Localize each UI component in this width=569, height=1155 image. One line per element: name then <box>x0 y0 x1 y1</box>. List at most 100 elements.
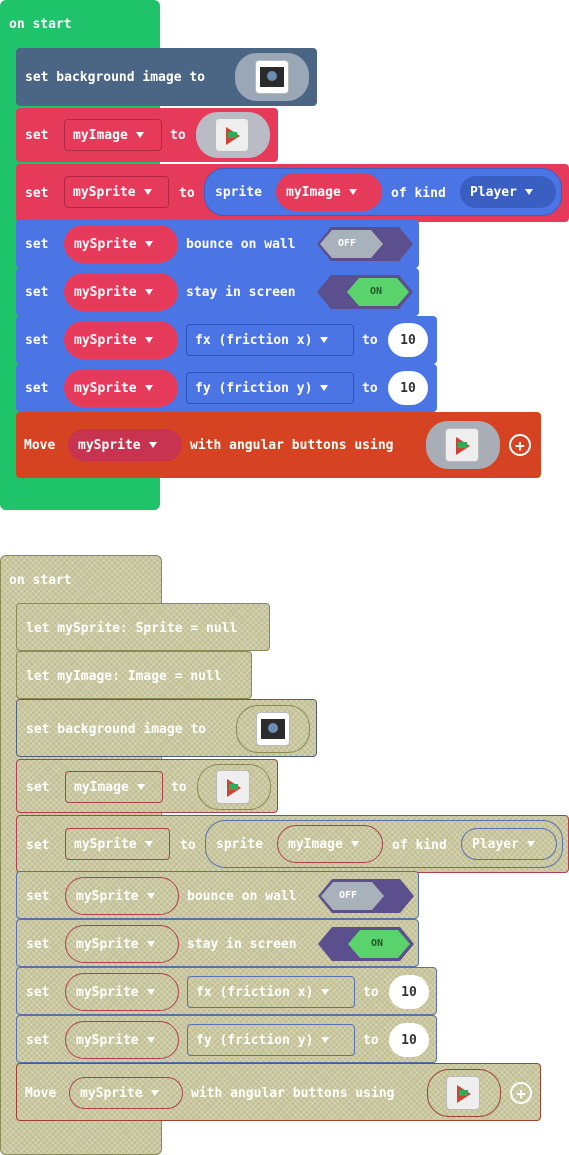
set-myimage-block[interactable]: set myImage to <box>16 759 278 813</box>
bounce-toggle[interactable] <box>317 227 413 261</box>
stay-in-screen-label: stay in screen <box>187 937 297 952</box>
mysprite-variable[interactable]: mySprite <box>64 273 178 311</box>
kind-dropdown[interactable]: Player <box>461 828 557 860</box>
myimage-dropdown[interactable]: myImage <box>65 771 163 803</box>
mysprite-dropdown-label: mySprite <box>73 184 136 200</box>
let-mysprite-block[interactable]: let mySprite: Sprite = null <box>16 603 270 651</box>
set-bounce-on-wall-block[interactable]: set mySprite bounce on wall OFF <box>16 220 419 268</box>
myimage-variable[interactable]: myImage <box>276 173 382 211</box>
mysprite-dropdown[interactable]: mySprite <box>64 176 169 208</box>
stay-toggle[interactable] <box>318 927 414 961</box>
property-dropdown[interactable]: fy (friction y) <box>187 1024 355 1056</box>
mysprite-variable[interactable]: mySprite <box>64 321 178 359</box>
myimage-dropdown-label: myImage <box>73 127 128 143</box>
kind-dropdown[interactable]: Player <box>460 176 556 208</box>
chevron-down-icon <box>144 337 153 343</box>
chevron-down-icon <box>348 189 357 195</box>
myimage-variable[interactable]: myImage <box>277 825 383 863</box>
set-myimage-block[interactable]: set myImage to <box>16 108 278 162</box>
mysprite-variable[interactable]: mySprite <box>65 1021 179 1059</box>
property-dropdown[interactable]: fx (friction x) <box>187 976 355 1008</box>
chevron-down-icon <box>144 241 153 247</box>
mysprite-variable[interactable]: mySprite <box>69 1077 183 1109</box>
chevron-down-icon <box>143 189 152 195</box>
property-dropdown[interactable]: fx (friction x) <box>186 324 354 356</box>
angular-buttons-label: with angular buttons using <box>190 438 394 453</box>
toggle-off-label: OFF <box>338 238 357 249</box>
chevron-down-icon <box>146 989 155 995</box>
number-input[interactable]: 10 <box>389 1023 429 1057</box>
mysprite-variable-label: mySprite <box>74 332 137 348</box>
bounce-toggle[interactable] <box>318 879 414 913</box>
move-sprite-block[interactable]: Move mySprite with angular buttons using… <box>16 1063 541 1121</box>
mysprite-variable-label: mySprite <box>74 284 137 300</box>
myimage-variable-label: myImage <box>286 184 341 200</box>
set-fx-block[interactable]: set mySprite fx (friction x) to 10 <box>16 967 437 1015</box>
number-input[interactable]: 10 <box>388 323 428 357</box>
set-label: set <box>26 889 50 904</box>
set-bounce-on-wall-block[interactable]: set mySprite bounce on wall OFF <box>16 871 419 919</box>
set-background-image-label: set background image to <box>26 722 207 737</box>
set-background-image-block[interactable]: set background image to <box>16 699 317 757</box>
number-input[interactable]: 10 <box>389 975 429 1009</box>
mysprite-variable[interactable]: mySprite <box>64 369 178 407</box>
chevron-down-icon <box>321 1037 330 1043</box>
to-label: to <box>179 186 195 201</box>
sprite-image-icon <box>446 1076 480 1110</box>
kind-dropdown-label: Player <box>470 184 517 200</box>
to-label: to <box>170 128 186 143</box>
mysprite-variable[interactable]: mySprite <box>64 225 178 263</box>
myimage-dropdown[interactable]: myImage <box>64 119 162 151</box>
set-label: set <box>25 333 49 348</box>
let-myimage-label: let myImage: Image = null <box>26 669 222 684</box>
set-fy-block[interactable]: set mySprite fy (friction y) to 10 <box>16 364 437 412</box>
background-image-icon <box>256 712 290 746</box>
set-mysprite-sprite-block[interactable]: set mySprite to sprite myImage of kind P… <box>16 815 569 873</box>
to-label: to <box>171 780 187 795</box>
chevron-down-icon <box>144 841 153 847</box>
set-background-image-block[interactable]: set background image to <box>16 48 317 106</box>
mysprite-dropdown[interactable]: mySprite <box>65 828 170 860</box>
move-label: Move <box>25 1086 57 1101</box>
move-sprite-block[interactable]: Move mySprite with angular buttons using… <box>16 412 541 478</box>
stay-toggle[interactable] <box>317 275 413 309</box>
mysprite-variable-label: mySprite <box>76 936 139 952</box>
chevron-down-icon <box>526 841 535 847</box>
property-dropdown[interactable]: fy (friction y) <box>186 372 354 404</box>
property-dropdown-label: fy (friction y) <box>195 380 313 396</box>
chevron-down-icon <box>146 1037 155 1043</box>
plus-icon[interactable]: + <box>510 1082 532 1104</box>
mysprite-variable-label: mySprite <box>74 236 137 252</box>
let-mysprite-label: let mySprite: Sprite = null <box>26 621 238 636</box>
myimage-variable-label: myImage <box>288 836 343 852</box>
stay-in-screen-label: stay in screen <box>186 285 296 300</box>
sprite-image-icon <box>215 118 249 152</box>
let-myimage-block[interactable]: let myImage: Image = null <box>16 651 252 699</box>
of-kind-label: of kind <box>391 186 446 201</box>
mysprite-variable[interactable]: mySprite <box>65 973 179 1011</box>
mysprite-variable[interactable]: mySprite <box>65 877 179 915</box>
chevron-down-icon <box>320 385 329 391</box>
set-stay-in-screen-block[interactable]: set mySprite stay in screen ON <box>16 268 419 316</box>
set-fx-block[interactable]: set mySprite fx (friction x) to 10 <box>16 316 437 364</box>
set-stay-in-screen-block[interactable]: set mySprite stay in screen ON <box>16 919 419 967</box>
chevron-down-icon <box>144 385 153 391</box>
mysprite-variable[interactable]: mySprite <box>68 429 182 461</box>
of-kind-label: of kind <box>392 838 447 853</box>
mysprite-variable-label: mySprite <box>78 437 141 453</box>
to-label: to <box>362 381 378 396</box>
mysprite-variable-label: mySprite <box>76 1032 139 1048</box>
number-input[interactable]: 10 <box>388 371 428 405</box>
chevron-down-icon <box>135 132 144 138</box>
chevron-down-icon <box>148 442 157 448</box>
mysprite-variable[interactable]: mySprite <box>65 925 179 963</box>
plus-icon[interactable]: + <box>509 434 531 456</box>
chevron-down-icon <box>150 1090 159 1096</box>
sprite-image-icon <box>445 428 479 462</box>
move-label: Move <box>24 438 56 453</box>
chevron-down-icon <box>350 841 359 847</box>
set-label: set <box>26 780 50 795</box>
set-mysprite-sprite-block[interactable]: set mySprite to sprite myImage of kind P… <box>16 164 569 222</box>
set-fy-block[interactable]: set mySprite fy (friction y) to 10 <box>16 1015 437 1063</box>
sprite-image-icon <box>216 770 250 804</box>
